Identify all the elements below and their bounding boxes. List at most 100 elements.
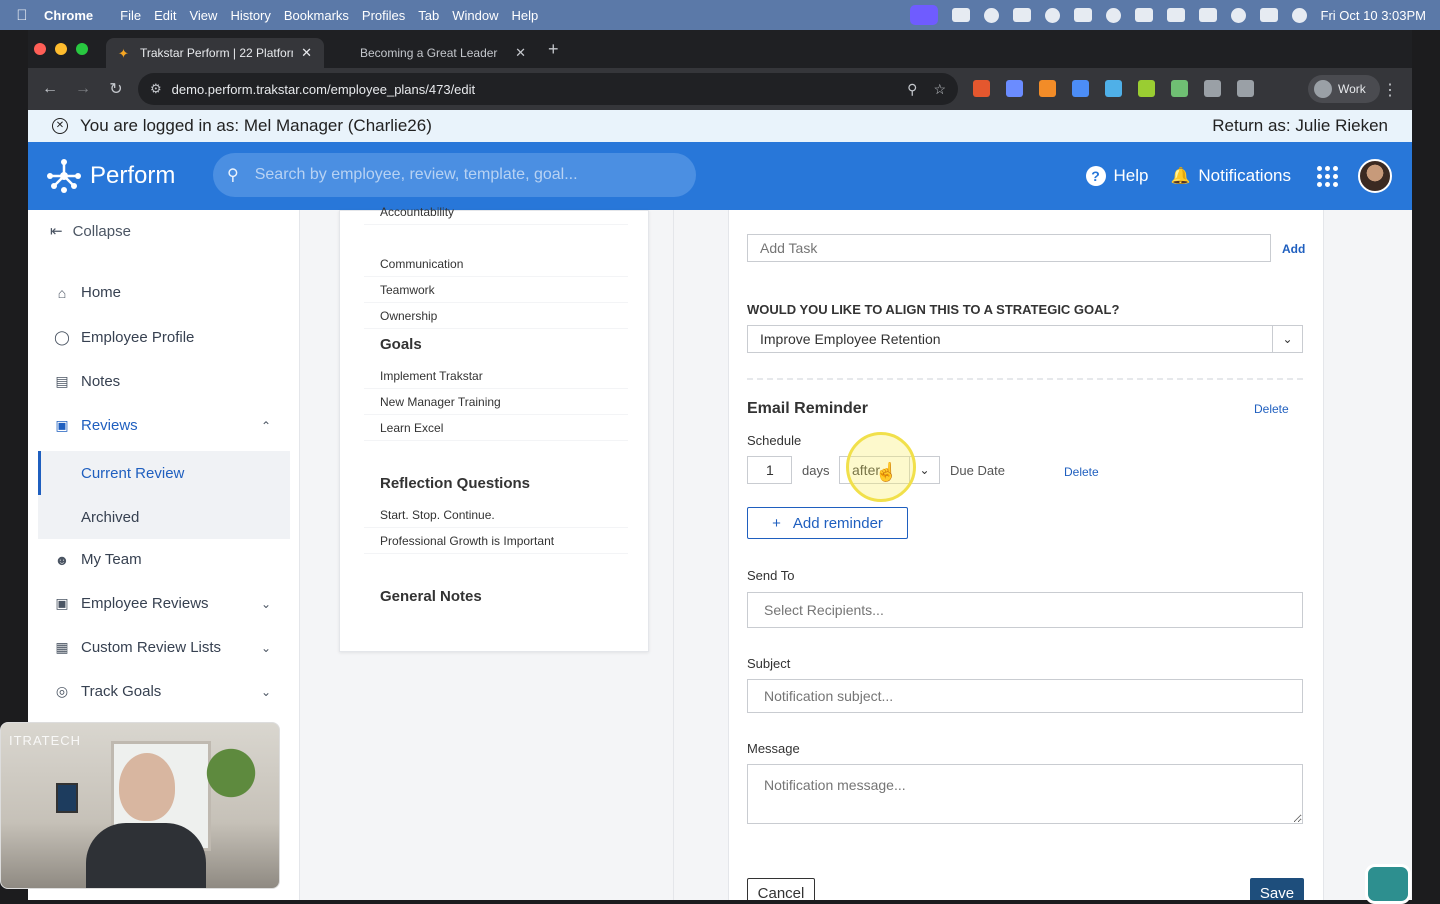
do-not-disturb-icon[interactable] (1073, 8, 1092, 22)
chrome-menu-icon[interactable]: ⋮ (1382, 80, 1398, 100)
delete-email-reminder-button[interactable]: Delete (1254, 402, 1289, 416)
zoom-icon[interactable] (951, 8, 970, 22)
back-icon[interactable]: ← (39, 80, 61, 98)
close-tab-icon[interactable]: ✕ (301, 45, 312, 61)
save-button[interactable]: Save (1250, 878, 1304, 900)
apple-icon[interactable]:  (0, 7, 44, 24)
bookmark-star-icon[interactable]: ☆ (933, 81, 946, 98)
moon-icon[interactable] (1105, 7, 1121, 23)
menubar-clock[interactable]: Fri Oct 10 3:03PM (1321, 8, 1426, 23)
list-item[interactable]: Implement Trakstar (364, 363, 628, 389)
align-goal-question: WOULD YOU LIKE TO ALIGN THIS TO A STRATE… (747, 302, 1120, 317)
sidebar-item-label: My Team (81, 551, 142, 568)
add-task-input[interactable] (747, 234, 1271, 262)
url-text[interactable]: demo.perform.trakstar.com/employee_plans… (172, 82, 476, 97)
sidebar-item-notes[interactable]: ▤ Notes (53, 373, 291, 390)
sidebar-item-current-review[interactable]: Current Review (38, 451, 290, 495)
minimize-window-icon[interactable] (55, 43, 67, 55)
list-item[interactable]: Accountability (364, 199, 628, 225)
menu-app-name[interactable]: Chrome (44, 8, 106, 23)
menu-file[interactable]: File (120, 8, 154, 23)
strategic-goal-select[interactable]: Improve Employee Retention ⌄ (747, 325, 1303, 353)
close-tab-icon[interactable]: ✕ (515, 45, 526, 61)
forward-icon[interactable]: → (72, 80, 94, 98)
chevron-down-icon: ⌄ (260, 684, 271, 699)
menu-window[interactable]: Window (452, 8, 511, 23)
help-button[interactable]: ? Help (1085, 166, 1148, 186)
extension-icon[interactable] (1138, 80, 1155, 97)
app-grid-icon[interactable] (1317, 165, 1338, 187)
add-task-button[interactable]: Add (1282, 242, 1305, 256)
subject-input[interactable] (747, 679, 1303, 713)
maximize-window-icon[interactable] (76, 43, 88, 55)
sidebar-item-track-goals[interactable]: ◎ Track Goals ⌄ (53, 683, 291, 700)
side-panel-icon[interactable] (1237, 80, 1254, 97)
sidebar-item-employee-reviews[interactable]: ▣ Employee Reviews ⌄ (53, 595, 291, 612)
list-item[interactable]: Learn Excel (364, 415, 628, 441)
search-input[interactable] (254, 166, 655, 184)
perform-logo-icon (47, 159, 81, 193)
menu-edit[interactable]: Edit (154, 8, 189, 23)
site-settings-icon[interactable]: ⚙ (150, 81, 162, 97)
menu-bookmarks[interactable]: Bookmarks (284, 8, 362, 23)
sidebar-item-employee-profile[interactable]: ◯ Employee Profile (53, 329, 291, 346)
message-textarea[interactable] (747, 764, 1303, 824)
schedule-label: Schedule (747, 433, 802, 448)
reload-icon[interactable]: ↻ (105, 79, 127, 99)
list-item[interactable]: Ownership (364, 303, 628, 329)
spotlight-icon[interactable] (1230, 7, 1246, 23)
extension-icon[interactable] (1072, 80, 1089, 97)
extension-icon[interactable] (1171, 80, 1188, 97)
new-tab-icon[interactable]: + (548, 39, 559, 60)
cancel-button[interactable]: Cancel (747, 878, 815, 900)
extension-icon[interactable] (1006, 80, 1023, 97)
focus-icon[interactable] (1044, 7, 1060, 23)
menu-profiles[interactable]: Profiles (362, 8, 418, 23)
menu-help[interactable]: Help (512, 8, 552, 23)
add-reminder-button[interactable]: + Add reminder (747, 507, 908, 539)
send-to-input[interactable] (747, 592, 1303, 628)
menu-tab[interactable]: Tab (418, 8, 452, 23)
list-item[interactable]: Teamwork (364, 277, 628, 303)
global-search[interactable]: ⚲ (213, 153, 696, 197)
list-item[interactable]: Start. Stop. Continue. (364, 502, 628, 528)
chevron-down-icon: ⌄ (260, 596, 271, 611)
extension-icon[interactable] (1039, 80, 1056, 97)
tab-trakstar[interactable]: ✦ Trakstar Perform | 22 Platform ✕ (106, 38, 324, 68)
schedule-days-input[interactable]: 1 (747, 456, 792, 484)
sidebar-item-my-team[interactable]: ☻ My Team (53, 551, 291, 568)
address-bar[interactable]: ⚙ demo.perform.trakstar.com/employee_pla… (138, 73, 958, 105)
control-center-icon[interactable] (1259, 8, 1278, 22)
bluetooth-icon[interactable] (1134, 8, 1153, 22)
list-item[interactable]: Professional Growth is Important (364, 528, 628, 554)
extension-tray-icon[interactable] (983, 7, 999, 23)
sidebar-item-archived[interactable]: Archived (38, 495, 290, 539)
list-item[interactable]: New Manager Training (364, 389, 628, 415)
extension-icon[interactable] (1105, 80, 1122, 97)
profile-chip[interactable]: Work (1308, 75, 1380, 103)
delete-schedule-button[interactable]: Delete (1064, 465, 1099, 479)
close-window-icon[interactable] (34, 43, 46, 55)
chat-widget-icon[interactable] (1365, 864, 1411, 904)
return-as-link[interactable]: Return as: Julie Rieken (1212, 116, 1388, 136)
list-item[interactable]: Communication (364, 251, 628, 277)
zoom-magnifier-icon[interactable]: ⚲ (907, 81, 917, 98)
extension-icon[interactable] (973, 80, 990, 97)
battery-icon[interactable] (1198, 8, 1217, 22)
notifications-button[interactable]: 🔔 Notifications (1170, 166, 1291, 186)
close-circle-icon[interactable]: ✕ (52, 118, 68, 134)
wifi-icon[interactable] (1166, 8, 1185, 22)
siri-icon[interactable] (1291, 7, 1307, 23)
user-avatar[interactable] (1358, 159, 1392, 193)
sidebar-item-home[interactable]: ⌂ Home (53, 284, 291, 301)
sidebar-item-custom-review-lists[interactable]: ▦ Custom Review Lists ⌄ (53, 639, 291, 656)
collapse-button[interactable]: ⇤ Collapse (50, 222, 131, 241)
puzzle-icon[interactable] (1204, 80, 1221, 97)
menu-history[interactable]: History (230, 8, 283, 23)
menu-view[interactable]: View (189, 8, 230, 23)
window-manager-icon[interactable] (1012, 8, 1031, 22)
tab-great-leader[interactable]: Becoming a Great Leader ✕ (328, 38, 538, 68)
sidebar-item-reviews[interactable]: ▣ Reviews ⌃ (53, 417, 291, 434)
screen-record-icon[interactable] (909, 5, 938, 25)
perform-logo[interactable]: Perform (44, 156, 175, 196)
